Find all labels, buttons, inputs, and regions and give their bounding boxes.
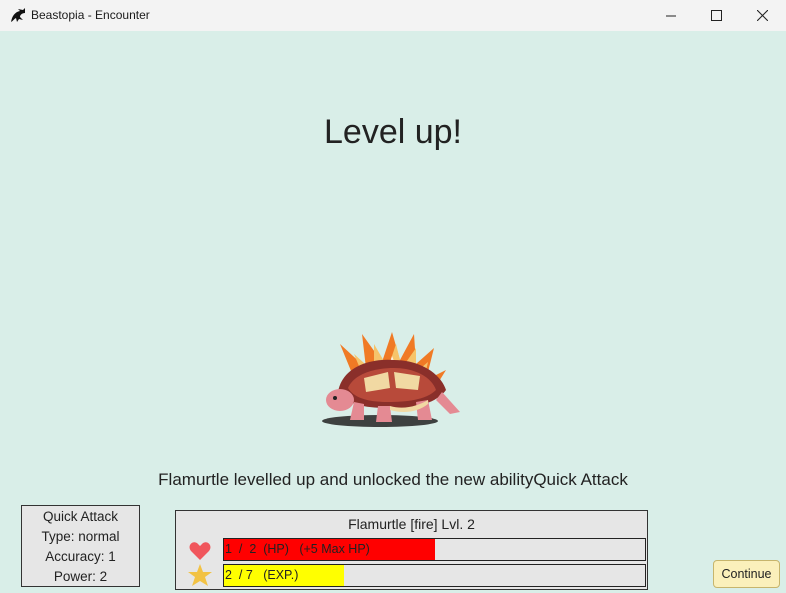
- ability-name: Quick Attack: [42, 509, 119, 524]
- window-title: Beastopia - Encounter: [31, 8, 150, 22]
- close-icon: [756, 10, 768, 21]
- maximize-icon: [710, 10, 722, 21]
- ability-power: Power: 2: [53, 569, 108, 584]
- hp-bar: 1 / 2 (HP) (+5 Max HP): [223, 538, 646, 561]
- title-bar: Beastopia - Encounter: [0, 0, 786, 31]
- close-button[interactable]: [739, 0, 785, 31]
- exp-bar: 2 / 7 (EXP.): [223, 564, 646, 587]
- minimize-button[interactable]: [648, 0, 694, 31]
- continue-button[interactable]: Continue: [713, 560, 780, 588]
- level-up-heading: Level up!: [324, 113, 462, 151]
- star-icon: [188, 564, 212, 586]
- minimize-icon: [666, 15, 676, 16]
- exp-text: 2 / 7 (EXP.): [225, 568, 299, 582]
- hp-text: 1 / 2 (HP) (+5 Max HP): [225, 542, 370, 556]
- ability-accuracy: Accuracy: 1: [45, 549, 116, 564]
- dragon-icon: [11, 8, 25, 22]
- level-up-message: Flamurtle levelled up and unlocked the n…: [158, 470, 628, 489]
- beast-label: Flamurtle [fire] Lvl. 2: [348, 516, 475, 532]
- maximize-button[interactable]: [693, 0, 739, 31]
- beast-status-panel: Flamurtle [fire] Lvl. 2 1 / 2 (HP) (+5 M…: [175, 510, 648, 590]
- ability-info-panel: Quick Attack Type: normal Accuracy: 1 Po…: [21, 505, 140, 587]
- ability-type: Type: normal: [41, 529, 120, 544]
- flamurtle-sprite: [322, 332, 460, 427]
- heart-icon: [189, 542, 211, 560]
